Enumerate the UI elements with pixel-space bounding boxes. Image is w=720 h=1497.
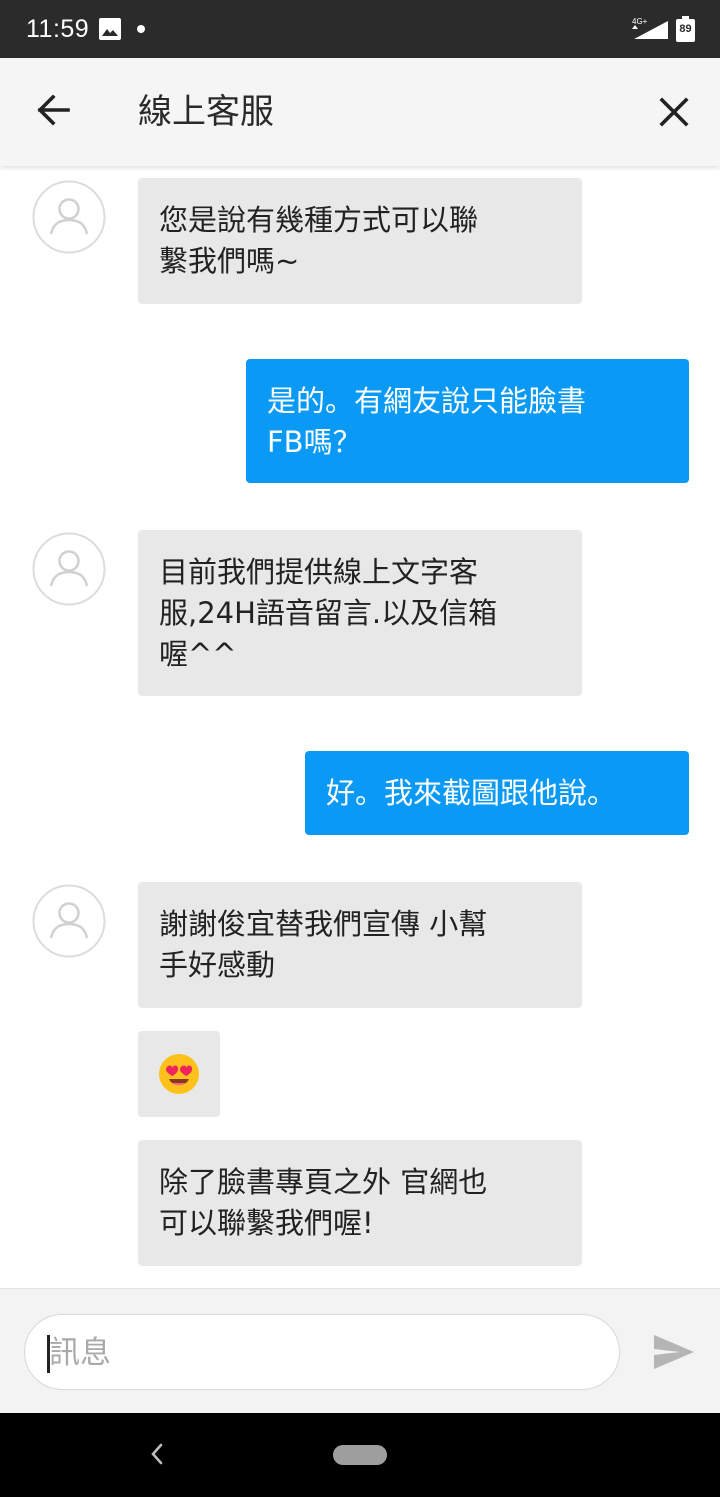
status-time: 11:59 <box>26 15 90 43</box>
agent-message-bubble: 您是說有幾種方式可以聯 繫我們嗎~ <box>138 178 582 304</box>
notification-dot-icon <box>137 25 145 33</box>
agent-avatar-icon <box>32 180 106 254</box>
system-nav-bar <box>0 1413 720 1497</box>
message-input[interactable]: 訊息 <box>24 1314 620 1390</box>
app-header: 線上客服 <box>0 58 720 166</box>
message-text: 好。我來截圖跟他說。 <box>326 776 617 810</box>
send-button[interactable] <box>652 1333 696 1371</box>
status-bar: 11:59 4G+ 89 <box>0 0 720 58</box>
battery-level: 89 <box>679 23 692 35</box>
agent-avatar-icon <box>32 884 106 958</box>
battery-icon: 89 <box>676 16 695 42</box>
chat-message-list[interactable]: 您是說有幾種方式可以聯 繫我們嗎~ 是的。有網友說只能臉書 FB嗎？ 目前我們提… <box>0 166 720 1288</box>
arrow-left-icon <box>37 94 70 126</box>
user-message-bubble: 是的。有網友說只能臉書 FB嗎？ <box>246 359 689 483</box>
send-icon <box>654 1335 694 1369</box>
nav-back-button[interactable] <box>146 1441 168 1467</box>
gallery-icon <box>99 18 121 40</box>
agent-avatar-icon <box>32 532 106 606</box>
agent-emoji-bubble <box>138 1031 220 1117</box>
message-text: 謝謝俊宜替我們宣傳 小幫 手好感動 <box>159 907 488 982</box>
agent-message-bubble: 謝謝俊宜替我們宣傳 小幫 手好感動 <box>138 882 582 1008</box>
close-icon <box>659 97 689 127</box>
message-input-bar: 訊息 <box>0 1288 720 1413</box>
heart-eyes-emoji-icon <box>159 1054 199 1094</box>
chevron-left-icon <box>151 1443 163 1465</box>
agent-message-bubble: 目前我們提供線上文字客 服,24H語音留言.以及信箱 喔^^ <box>138 530 582 696</box>
agent-message-bubble: 除了臉書專頁之外 官網也 可以聯繫我們喔! <box>138 1140 582 1266</box>
back-button[interactable] <box>26 86 80 140</box>
signal-icon: 4G+ <box>632 17 668 39</box>
network-type-label: 4G+ <box>632 17 648 26</box>
message-text: 目前我們提供線上文字客 服,24H語音留言.以及信箱 喔^^ <box>159 555 498 671</box>
user-message-bubble: 好。我來截圖跟他說。 <box>305 751 689 835</box>
input-placeholder: 訊息 <box>49 1335 111 1371</box>
message-text: 除了臉書專頁之外 官網也 可以聯繫我們喔! <box>159 1165 488 1240</box>
message-text: 是的。有網友說只能臉書 FB嗎？ <box>267 384 587 459</box>
home-pill-button[interactable] <box>333 1445 387 1465</box>
close-button[interactable] <box>648 86 700 138</box>
page-title: 線上客服 <box>138 92 274 132</box>
message-text: 您是說有幾種方式可以聯 繫我們嗎~ <box>159 203 479 278</box>
